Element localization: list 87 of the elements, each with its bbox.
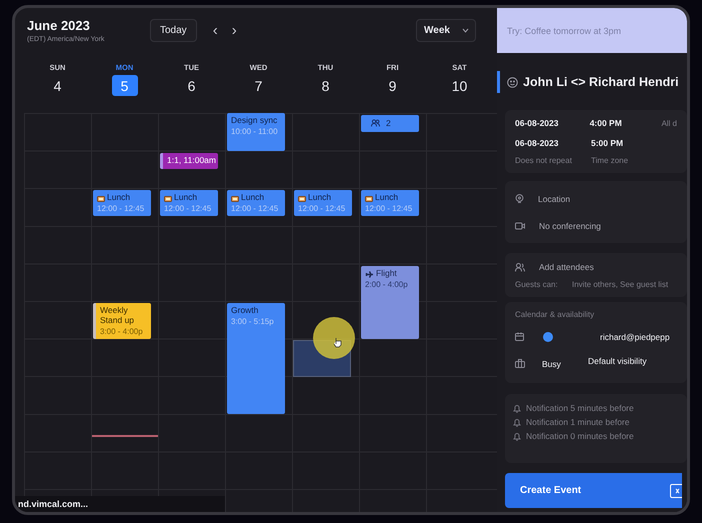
event-block[interactable]: Lunch 12:00 - 12:45 [361,190,419,216]
event-title: Lunch [308,193,332,203]
hand-cursor-icon [333,337,342,348]
guests-label: Guests can: [515,280,559,289]
start-time[interactable]: 4:00 PM [590,118,662,128]
visibility-selector[interactable]: Default visibility [588,356,647,366]
calendar-icon [515,332,524,341]
location-field[interactable]: Location [538,194,570,204]
notification-item[interactable]: Notification 0 minutes before [526,431,634,441]
event-block[interactable]: Flight 2:00 - 4:00p [361,266,419,339]
calendar-color-dot[interactable] [543,332,553,342]
notification-item[interactable]: Notification 5 minutes before [526,403,634,413]
lunchbox-icon [164,194,172,202]
day-number[interactable]: 10 [446,75,472,96]
event-title: Weekly Stand up [100,306,136,326]
event-block[interactable]: 2 [361,115,419,132]
current-time-line [92,435,158,438]
link-preview: nd.vimcal.com... [15,496,225,512]
quick-add-field[interactable]: Try: Coffee tomorrow at 3pm [497,8,687,53]
event-time: 10:00 - 11:00 [231,126,279,136]
notification-item[interactable]: Notification 1 minute before [526,417,630,427]
event-title: Growth [231,306,258,316]
event-title: Design sync [231,116,278,126]
event-title-text[interactable]: John Li <> Richard Hendri [523,75,679,89]
briefcase-icon [515,359,525,368]
today-button[interactable]: Today [150,19,197,42]
event-time: 12:00 - 12:45 [164,204,212,213]
event-block[interactable]: Lunch 12:00 - 12:45 [160,190,218,216]
airplane-icon [365,270,374,279]
lunchbox-icon [298,194,306,202]
end-time[interactable]: 5:00 PM [591,138,664,148]
event-block[interactable]: Lunch 12:00 - 12:45 [227,190,285,216]
day-number[interactable]: 9 [380,75,406,96]
event-time: 12:00 - 12:45 [298,204,346,213]
day-number[interactable]: 4 [44,75,70,96]
day-number[interactable]: 8 [312,75,338,96]
lunchbox-icon [97,194,105,202]
event-title: Lunch [174,193,198,203]
event-title: Lunch [107,193,130,203]
smiley-icon [507,76,518,88]
view-dropdown[interactable]: Week [416,19,476,42]
event-time: 2:00 - 4:00p [365,280,409,289]
event-block[interactable]: 1:1, 11:00am [160,153,218,170]
availability-selector[interactable]: Busy [542,358,588,368]
event-block[interactable]: Lunch 12:00 - 12:45 [294,190,352,216]
event-title: 1:1, 11:00am [167,156,216,166]
previous-button[interactable]: ‹ [208,23,222,38]
event-time: 12:00 - 12:45 [231,204,280,213]
event-block[interactable]: Growth 3:00 - 5:15p [227,303,285,414]
section-heading: Calendar & availability [515,310,596,319]
event-title: Flight [376,269,397,279]
day-number[interactable]: 5 [112,75,138,96]
event-block[interactable]: Lunch 12:00 - 12:45 [93,190,151,216]
people-icon [515,262,525,272]
lunchbox-icon [231,194,239,202]
day-number[interactable]: 6 [178,75,204,96]
keyboard-shortcut-icon [670,484,682,498]
event-block[interactable]: Weekly Stand up 3:00 - 4:00p [93,303,151,339]
video-camera-icon [515,222,525,230]
create-event-button[interactable]: Create Event [505,473,682,508]
event-time: 3:00 - 4:00p [100,326,144,336]
guest-permissions-selector[interactable]: Invite others, See guest list [572,280,668,289]
attendees-field[interactable]: Add attendees [539,262,594,272]
event-time: 3:00 - 5:15p [231,316,275,326]
bell-icon [513,418,521,426]
event-block[interactable]: Design sync 10:00 - 11:00 [227,113,285,151]
event-title: 2 [386,118,391,128]
chevron-down-icon [462,28,469,33]
location-pin-icon [515,194,524,204]
lunchbox-icon [365,194,373,202]
month-title: June 2023 [27,18,91,33]
all-day-toggle-label[interactable]: All d [661,118,677,128]
time-zone-selector[interactable]: Time zone [591,156,664,165]
event-time: 12:00 - 12:45 [365,204,414,213]
end-date[interactable]: 06-08-2023 [515,138,591,148]
conferencing-selector[interactable]: No conferencing [539,220,601,230]
event-time: 12:00 - 12:45 [97,204,146,213]
event-title: Lunch [241,193,264,203]
calendar-account-selector[interactable]: richard@piedpepp [600,332,670,342]
bell-icon [513,432,521,440]
start-date[interactable]: 06-08-2023 [515,118,590,128]
day-number[interactable]: 7 [246,75,272,96]
event-title: Lunch [375,193,398,203]
repeat-selector[interactable]: Does not repeat [515,156,591,165]
bell-icon [513,404,521,412]
next-button[interactable]: › [228,23,241,38]
people-icon [371,119,380,128]
